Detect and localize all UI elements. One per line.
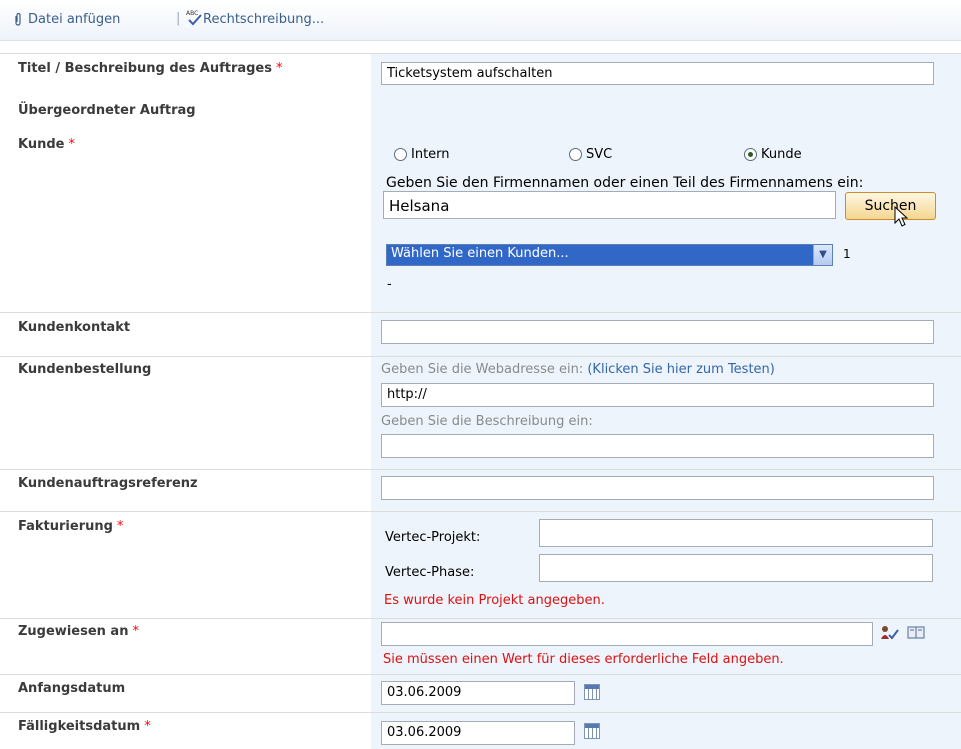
vertec-phase-label: Vertec-Phase:	[385, 565, 475, 580]
company-prompt: Geben Sie den Firmennamen oder einen Tei…	[386, 175, 864, 191]
start-date-input[interactable]: 03.06.2009	[381, 681, 575, 705]
contact-input[interactable]	[381, 320, 934, 344]
toolbar-separator: |	[176, 11, 181, 26]
required-marker: *	[275, 61, 283, 76]
vertec-project-label: Vertec-Projekt:	[385, 530, 481, 545]
reference-label: Kundenauftragsreferenz	[18, 476, 198, 491]
assigned-input[interactable]	[381, 622, 873, 646]
description-hint: Geben Sie die Beschreibung ein:	[381, 414, 593, 429]
customer-dash: -	[387, 277, 392, 292]
title-input[interactable]: Ticketsystem aufschalten	[381, 62, 934, 85]
row-parent: Übergeordneter Auftrag	[0, 93, 961, 127]
order-label: Kundenbestellung	[18, 362, 152, 377]
row-assigned: Zugewiesen an * Sie müssen einen Wert für…	[0, 618, 961, 675]
required-marker: *	[144, 719, 151, 734]
vertec-project-input[interactable]	[539, 519, 933, 547]
contact-label: Kundenkontakt	[18, 320, 131, 335]
chevron-down-icon[interactable]: ▼	[813, 245, 832, 265]
reference-input[interactable]	[381, 476, 934, 500]
row-title: Titel / Beschreibung des Auftrages * Tick…	[0, 53, 961, 94]
title-label: Titel / Beschreibung des Auftrages *	[18, 61, 283, 76]
customer-select-value: Wählen Sie einen Kunden...	[391, 246, 569, 261]
url-input[interactable]: http://	[381, 383, 934, 407]
toolbar: Datei anfügen | ABC Rechtschreibung...	[0, 0, 961, 41]
radio-intern-label: Intern	[411, 147, 450, 162]
company-search-input[interactable]: Helsana	[383, 191, 836, 219]
radio-intern[interactable]	[394, 148, 407, 161]
svg-text:ABC: ABC	[186, 10, 198, 17]
required-marker: *	[116, 519, 124, 534]
required-marker: *	[68, 137, 75, 152]
result-count: 1	[843, 247, 851, 261]
row-customer: Kunde * Intern SVC Kunde Geben Sie den Fi…	[0, 127, 961, 312]
customer-select[interactable]: Wählen Sie einen Kunden... ▼	[386, 244, 833, 266]
search-button[interactable]: Suchen	[845, 192, 936, 220]
check-names-icon[interactable]	[880, 625, 900, 641]
attach-file-button[interactable]: Datei anfügen	[28, 12, 120, 27]
row-due-date: Fälligkeitsdatum * 03.06.2009	[0, 712, 961, 749]
row-billing: Fakturierung * Vertec-Projekt: Vertec-Pha…	[0, 511, 961, 619]
parent-order-label: Übergeordneter Auftrag	[18, 103, 196, 118]
radio-svc[interactable]	[569, 148, 582, 161]
paperclip-icon	[15, 12, 21, 26]
radio-kunde-label: Kunde	[761, 147, 802, 162]
spellcheck-icon: ABC	[186, 10, 202, 26]
row-start-date: Anfangsdatum 03.06.2009	[0, 674, 961, 713]
description-input[interactable]	[381, 434, 934, 458]
radio-svc-label: SVC	[586, 147, 613, 162]
row-contact: Kundenkontakt	[0, 312, 961, 357]
start-date-label: Anfangsdatum	[18, 681, 126, 696]
billing-label: Fakturierung *	[18, 519, 124, 534]
calendar-icon[interactable]	[584, 723, 600, 739]
vertec-phase-input[interactable]	[539, 554, 933, 582]
assigned-error: Sie müssen einen Wert für dieses erforde…	[383, 652, 784, 667]
test-url-link[interactable]: (Klicken Sie hier zum Testen)	[587, 362, 775, 377]
row-reference: Kundenauftragsreferenz	[0, 469, 961, 512]
due-date-input[interactable]: 03.06.2009	[381, 721, 575, 745]
cursor-icon	[894, 205, 909, 227]
calendar-icon[interactable]	[584, 684, 600, 700]
row-order: Kundenbestellung Geben Sie die Webadress…	[0, 356, 961, 470]
due-date-label: Fälligkeitsdatum *	[18, 719, 151, 734]
address-book-icon[interactable]	[907, 625, 925, 640]
radio-kunde[interactable]	[744, 148, 757, 161]
spellcheck-button[interactable]: Rechtschreibung...	[203, 12, 324, 27]
assigned-label: Zugewiesen an *	[18, 624, 139, 639]
billing-error: Es wurde kein Projekt angegeben.	[384, 593, 605, 608]
url-hint: Geben Sie die Webadresse ein: (Klicken S…	[381, 362, 775, 377]
required-marker: *	[132, 624, 139, 639]
customer-label: Kunde *	[18, 137, 75, 152]
